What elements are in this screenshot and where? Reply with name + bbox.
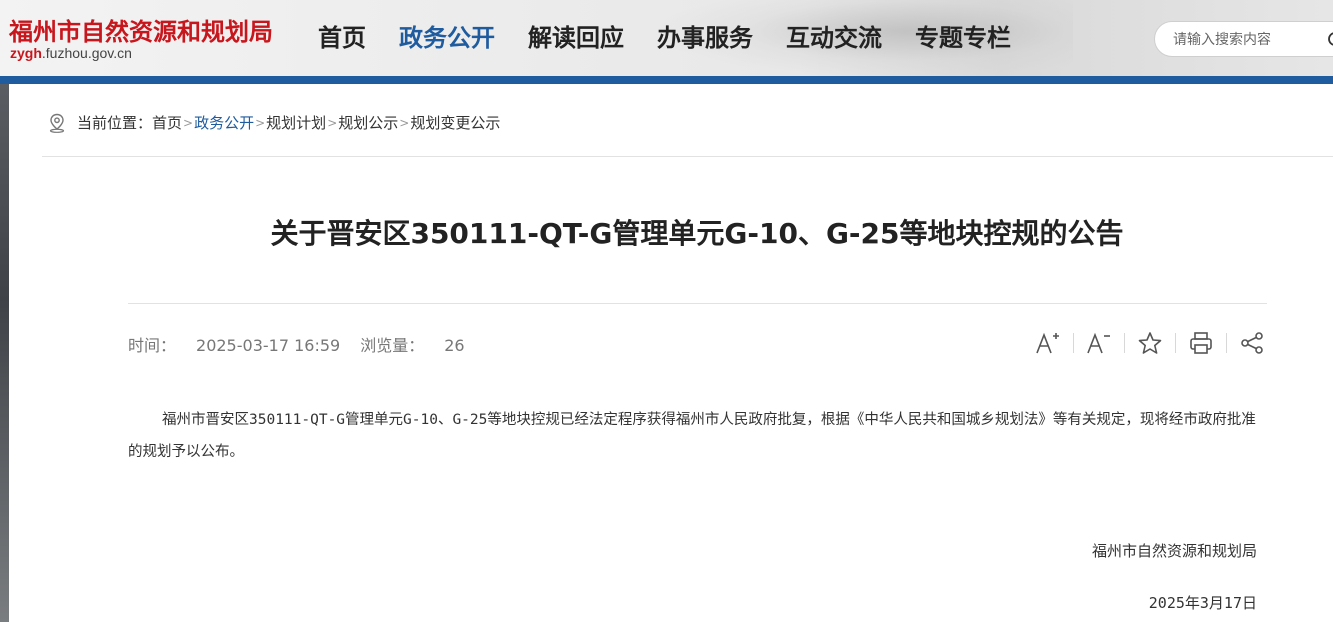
breadcrumb-separator: > (183, 115, 194, 130)
location-pin-icon (49, 113, 65, 133)
tool-separator (1073, 333, 1074, 353)
publish-time: 时间： 2025-03-17 16:59 (128, 336, 340, 355)
time-value: 2025-03-17 16:59 (196, 336, 341, 355)
breadcrumb-separator: > (255, 115, 266, 130)
font-decrease-icon (1087, 332, 1110, 354)
nav-item-government-affairs[interactable]: 政务公开 (399, 20, 495, 56)
main-nav: 首页 政务公开 解读回应 办事服务 互动交流 专题专栏 (318, 20, 1044, 56)
breadcrumb-prefix: 当前位置： (77, 114, 153, 132)
site-logo-domain[interactable]: zygh.fuzhou.gov.cn (10, 45, 132, 61)
print-icon (1190, 332, 1212, 354)
time-label: 时间： (128, 336, 177, 355)
font-increase-button[interactable] (1034, 329, 1062, 357)
breadcrumb-separator: > (399, 115, 410, 130)
breadcrumb-divider (42, 156, 1333, 157)
favorite-star-icon (1138, 332, 1162, 354)
breadcrumb-planning-change-notice[interactable]: 规划变更公示 (410, 112, 500, 133)
font-increase-icon (1036, 332, 1059, 354)
article-body: 福州市晋安区350111-QT-G管理单元G-10、G-25等地块控规已经法定程… (128, 412, 1256, 460)
tool-separator (1175, 333, 1176, 353)
breadcrumb-planning-notice[interactable]: 规划公示 (338, 112, 398, 133)
article-meta: 时间： 2025-03-17 16:59 浏览量： 26 (128, 332, 465, 356)
favorite-button[interactable] (1136, 329, 1164, 357)
breadcrumb: 当前位置： 首页 > 政务公开 > 规划计划 > 规划公示 > 规划变更公示 (48, 112, 500, 133)
views-label: 浏览量： (360, 336, 425, 355)
title-divider (128, 303, 1267, 304)
nav-item-interaction[interactable]: 互动交流 (786, 20, 882, 56)
view-count: 浏览量： 26 (360, 336, 464, 355)
tool-separator (1124, 333, 1125, 353)
breadcrumb-government-affairs[interactable]: 政务公开 (194, 112, 254, 133)
share-icon (1241, 332, 1263, 354)
article-title: 关于晋安区350111-QT-G管理单元G-10、G-25等地块控规的公告 (270, 217, 1124, 250)
nav-item-interpretation[interactable]: 解读回应 (528, 20, 624, 56)
article-tools (1034, 329, 1266, 357)
nav-item-services[interactable]: 办事服务 (657, 20, 753, 56)
search-box (1154, 21, 1333, 57)
signature-date: 2025年3月17日 (1148, 594, 1257, 612)
site-logo-name[interactable]: 福州市自然资源和规划局 (9, 12, 273, 47)
signature-organization: 福州市自然资源和规划局 (1091, 542, 1257, 560)
site-header: 福州市自然资源和规划局 zygh.fuzhou.gov.cn 首页 政务公开 解… (0, 0, 1333, 78)
domain-prefix: zygh (10, 45, 42, 61)
nav-item-home[interactable]: 首页 (318, 20, 366, 56)
share-button[interactable] (1238, 329, 1266, 357)
header-accent-bar (0, 76, 1333, 84)
breadcrumb-home[interactable]: 首页 (152, 112, 182, 133)
print-button[interactable] (1187, 329, 1215, 357)
breadcrumb-planning-plan[interactable]: 规划计划 (266, 112, 326, 133)
search-icon[interactable] (1327, 31, 1333, 49)
font-decrease-button[interactable] (1085, 329, 1113, 357)
domain-suffix: .fuzhou.gov.cn (41, 45, 132, 61)
views-value: 26 (444, 336, 465, 355)
search-input[interactable] (1173, 30, 1313, 50)
tool-separator (1226, 333, 1227, 353)
breadcrumb-separator: > (327, 115, 338, 130)
left-decor-strip (0, 84, 9, 622)
nav-item-topics[interactable]: 专题专栏 (915, 20, 1011, 56)
